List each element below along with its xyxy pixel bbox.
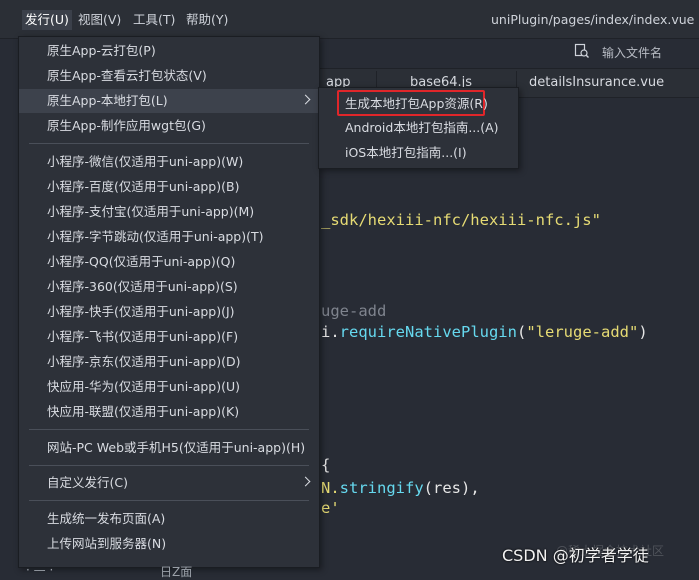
code-token: i. [321, 323, 340, 341]
code-string: "leruge-add" [526, 323, 639, 341]
menu-bar: 发行(U) 视图(V) 工具(T) 帮助(Y) uniPlugin/pages/… [0, 0, 699, 39]
menu-item-label: 网站-PC Web或手机H5(仅适用于uni-app)(H) [47, 440, 306, 455]
menu-item-label: 小程序-字节跳动(仅适用于uni-app)(T) [47, 229, 264, 244]
code-token: ) [638, 323, 648, 341]
search-placeholder: 输入文件名 [602, 46, 663, 60]
menu-item-label: 原生App-制作应用wgt包(G) [47, 118, 206, 133]
file-search-icon [574, 43, 590, 59]
menu-item-web-h5[interactable]: 网站-PC Web或手机H5(仅适用于uni-app)(H) [19, 436, 319, 460]
menu-item-label: 小程序-快手(仅适用于uni-app)(J) [47, 304, 235, 319]
code-token: ( [516, 323, 527, 341]
menu-item-mp-weixin[interactable]: 小程序-微信(仅适用于uni-app)(W) [19, 150, 319, 174]
bottom-partial-text: 日Z面 [160, 565, 193, 579]
submenu-item-android-guide[interactable]: Android本地打包指南...(A) [319, 116, 518, 140]
submenu-item-ios-guide[interactable]: iOS本地打包指南...(I) [319, 141, 518, 165]
menu-item-label: 小程序-360(仅适用于uni-app)(S) [47, 279, 238, 294]
menu-item-mp-baidu[interactable]: 小程序-百度(仅适用于uni-app)(B) [19, 175, 319, 199]
code-line-stringify: N.stringify(res), [321, 479, 480, 497]
menu-item-label: 小程序-微信(仅适用于uni-app)(W) [47, 154, 244, 169]
bottom-partial-text: · — · [26, 563, 54, 577]
menu-item-quickapp-huawei[interactable]: 快应用-华为(仅适用于uni-app)(U) [19, 375, 319, 399]
menu-item-label: 生成统一发布页面(A) [47, 511, 166, 526]
menu-item-mp-360[interactable]: 小程序-360(仅适用于uni-app)(S) [19, 275, 319, 299]
menu-divider [29, 465, 309, 466]
menu-item-mp-qq[interactable]: 小程序-QQ(仅适用于uni-app)(Q) [19, 250, 319, 274]
menu-divider [29, 429, 309, 430]
menu-help[interactable]: 帮助(Y) [183, 10, 231, 30]
submenu-item-label: Android本地打包指南...(A) [345, 120, 499, 135]
menu-item-label: 小程序-京东(仅适用于uni-app)(D) [47, 354, 241, 369]
menu-publish[interactable]: 发行(U) [22, 10, 72, 30]
menu-item-label: 原生App-云打包(P) [47, 43, 156, 58]
submenu-item-generate-local-resources[interactable]: 生成本地打包App资源(R) [319, 90, 518, 116]
menu-item-label: 快应用-联盟(仅适用于uni-app)(K) [47, 404, 240, 419]
menu-divider [29, 143, 309, 144]
menu-item-mp-kuaishou[interactable]: 小程序-快手(仅适用于uni-app)(J) [19, 300, 319, 324]
code-line-import: _sdk/hexiii-nfc/hexiii-nfc.js" [321, 211, 601, 229]
code-line-comment: uge-add [321, 302, 387, 320]
code-function: requireNativePlugin [339, 323, 517, 341]
publish-dropdown-menu: 原生App-云打包(P) 原生App-查看云打包状态(V) 原生App-本地打包… [18, 36, 320, 568]
code-token: N. [321, 479, 340, 497]
code-line-string-end: e' [321, 499, 340, 517]
menu-item-native-cloud-build[interactable]: 原生App-云打包(P) [19, 39, 319, 63]
chevron-right-icon [300, 94, 311, 105]
menu-item-wgt-package[interactable]: 原生App-制作应用wgt包(G) [19, 114, 319, 138]
menu-item-cloud-build-status[interactable]: 原生App-查看云打包状态(V) [19, 64, 319, 88]
code-line-require: i.requireNativePlugin("leruge-add") [321, 323, 648, 341]
menu-item-mp-toutiao[interactable]: 小程序-字节跳动(仅适用于uni-app)(T) [19, 225, 319, 249]
menu-view[interactable]: 视图(V) [75, 10, 124, 30]
file-path-title: uniPlugin/pages/index/index.vue [491, 12, 695, 27]
menu-item-unified-release-page[interactable]: 生成统一发布页面(A) [19, 507, 319, 531]
menu-tools[interactable]: 工具(T) [130, 10, 178, 30]
menu-item-mp-alipay[interactable]: 小程序-支付宝(仅适用于uni-app)(M) [19, 200, 319, 224]
menu-item-native-local-build[interactable]: 原生App-本地打包(L) [19, 89, 319, 113]
menu-item-label: 小程序-支付宝(仅适用于uni-app)(M) [47, 204, 255, 219]
menu-item-label: 原生App-查看云打包状态(V) [47, 68, 207, 83]
menu-divider [29, 500, 309, 501]
chevron-right-icon [300, 476, 311, 487]
code-token: (res), [423, 479, 480, 497]
menu-item-label: 快应用-华为(仅适用于uni-app)(U) [47, 379, 241, 394]
menu-item-label: 小程序-QQ(仅适用于uni-app)(Q) [47, 254, 236, 269]
menu-item-quickapp-union[interactable]: 快应用-联盟(仅适用于uni-app)(K) [19, 400, 319, 424]
code-line-brace: { [321, 456, 331, 474]
code-function: stringify [339, 479, 424, 497]
menu-item-custom-publish[interactable]: 自定义发行(C) [19, 471, 319, 495]
local-build-submenu: 生成本地打包App资源(R) Android本地打包指南...(A) iOS本地… [318, 87, 519, 169]
menu-item-label: 小程序-飞书(仅适用于uni-app)(F) [47, 329, 239, 344]
menu-item-label: 原生App-本地打包(L) [47, 93, 168, 108]
menu-item-mp-lark[interactable]: 小程序-飞书(仅适用于uni-app)(F) [19, 325, 319, 349]
file-search[interactable]: 输入文件名 [560, 38, 699, 66]
submenu-item-label: iOS本地打包指南...(I) [345, 145, 467, 160]
menu-item-label: 自定义发行(C) [47, 475, 128, 490]
menu-item-label: 上传网站到服务器(N) [47, 536, 167, 551]
menu-item-upload-website[interactable]: 上传网站到服务器(N) [19, 532, 319, 556]
menu-item-label: 小程序-百度(仅适用于uni-app)(B) [47, 179, 240, 194]
menu-item-mp-jd[interactable]: 小程序-京东(仅适用于uni-app)(D) [19, 350, 319, 374]
watermark: CSDN @初学者学徒 [502, 546, 649, 565]
tab-details-insurance[interactable]: detailsInsurance.vue [529, 69, 664, 97]
submenu-item-label: 生成本地打包App资源(R) [345, 96, 488, 111]
